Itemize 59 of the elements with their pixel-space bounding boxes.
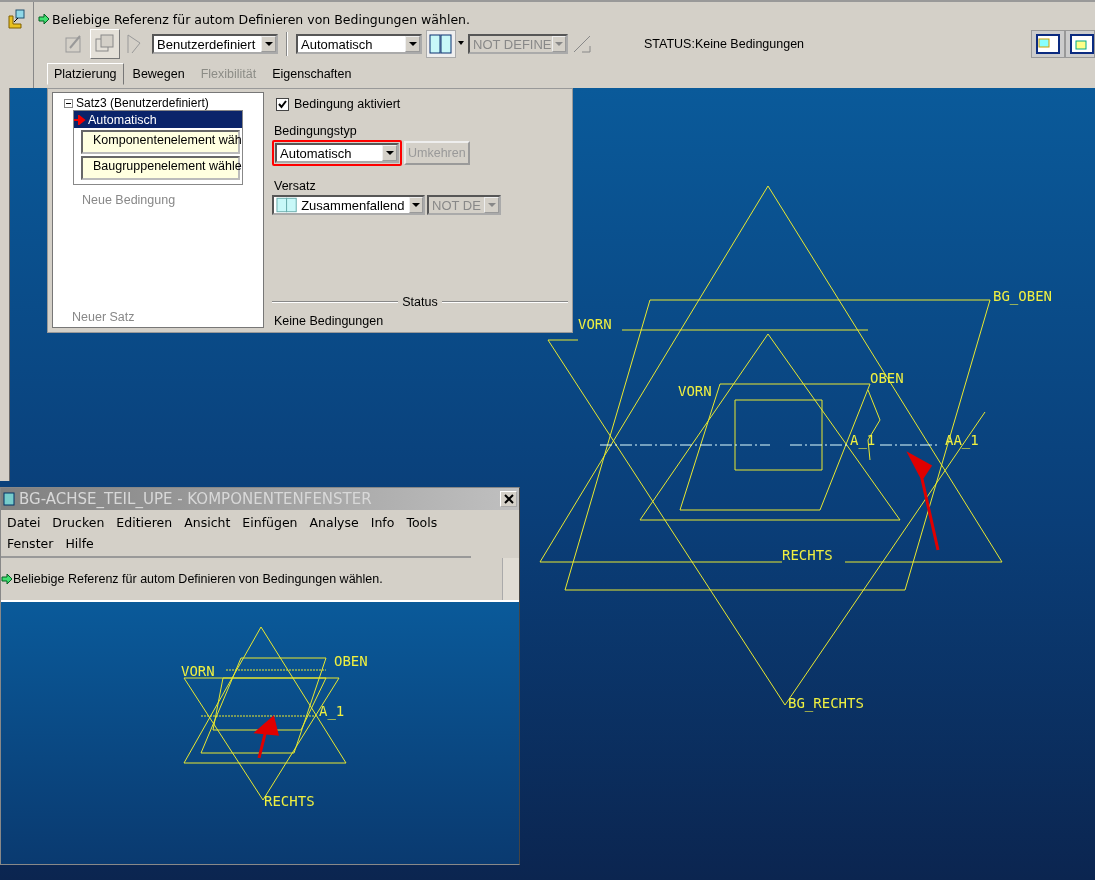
window-icon[interactable]	[1031, 30, 1065, 58]
menu-item[interactable]: Datei	[7, 515, 41, 530]
tab[interactable]: Eigenschaften	[265, 63, 359, 85]
menu-item[interactable]: Fenster	[7, 536, 54, 551]
new-set-link[interactable]: Neuer Satz	[72, 310, 261, 324]
datum-label: BG_RECHTS	[788, 695, 864, 711]
scrollbar[interactable]	[502, 558, 519, 600]
group-title: Status	[402, 295, 438, 309]
tab[interactable]: Bewegen	[125, 63, 192, 85]
menu-item[interactable]: Tools	[406, 515, 438, 530]
tab[interactable]: Platzierung	[47, 63, 124, 85]
status-text: STATUS:Keine Bedingungen	[644, 37, 806, 51]
arrow-icon	[1, 573, 13, 585]
datum-label: VORN	[181, 663, 215, 679]
window-title: BG-ACHSE_TEIL_UPE - KOMPONENTENFENSTER	[19, 490, 373, 508]
windows-icon[interactable]	[90, 29, 120, 59]
datum-label: BG_OBEN	[993, 288, 1052, 304]
window-icon[interactable]	[1065, 30, 1095, 58]
menu-item[interactable]: Info	[370, 515, 395, 530]
annotation-arrow-icon	[255, 715, 279, 760]
tree-item[interactable]: Automatisch	[74, 111, 242, 128]
datum-label: OBEN	[870, 370, 904, 386]
assembly-icon[interactable]	[6, 8, 27, 30]
menu-item[interactable]: Ansicht	[184, 515, 231, 530]
menu-item[interactable]: Hilfe	[65, 536, 94, 551]
set-type-dropdown[interactable]: Benutzerdefiniert	[152, 34, 278, 54]
menu-item[interactable]: Editieren	[116, 515, 173, 530]
tree-item[interactable]: Satz3 (Benutzerdefiniert)	[76, 96, 209, 110]
datum-label: RECHTS	[782, 547, 833, 563]
menu-item[interactable]: Einfügen	[242, 515, 298, 530]
menu-item[interactable]: Drucken	[52, 515, 105, 530]
status-text: Keine Bedingungen	[274, 314, 385, 328]
close-button[interactable]	[500, 491, 517, 507]
field-label: Bedingungstyp	[274, 124, 358, 138]
pointer-arrow-icon	[74, 114, 86, 125]
prompt-text: Beliebige Referenz für autom Definieren von Bedingungen wählen.	[52, 11, 470, 27]
window-icon	[3, 492, 15, 506]
collapse-icon[interactable]	[64, 98, 73, 108]
reference-field[interactable]: Baugruppenelement wähle	[81, 156, 240, 180]
constraint-type-dropdown[interactable]: Automatisch	[296, 34, 422, 54]
datum-label: A_1	[319, 703, 345, 719]
prompt-text: Beliebige Referenz für autom Definieren von Bedingungen wählen.	[13, 572, 384, 586]
field-label: Versatz	[274, 179, 317, 193]
new-constraint-link[interactable]: Neue Bedingung	[82, 193, 261, 207]
reference-field[interactable]: Komponentenelement wäh	[81, 130, 240, 154]
datum-label: OBEN	[334, 653, 368, 669]
datum-label: VORN	[678, 383, 712, 399]
annotation-arrow-icon	[908, 453, 940, 552]
checkbox-label: Bedingung aktiviert	[294, 97, 401, 111]
coincident-icon[interactable]	[426, 30, 456, 58]
arrow-icon	[38, 13, 50, 25]
datum-label: A_1	[850, 432, 876, 448]
coincident-icon	[276, 197, 298, 213]
constraint-type-dropdown[interactable]: Automatisch	[275, 143, 399, 163]
checkbox[interactable]	[276, 97, 289, 111]
datum-label: RECHTS	[264, 793, 315, 809]
datum-label: VORN	[578, 316, 612, 332]
offset-dropdown[interactable]: Zusammenfallend	[272, 195, 425, 215]
menu-item[interactable]: Analyse	[309, 515, 359, 530]
